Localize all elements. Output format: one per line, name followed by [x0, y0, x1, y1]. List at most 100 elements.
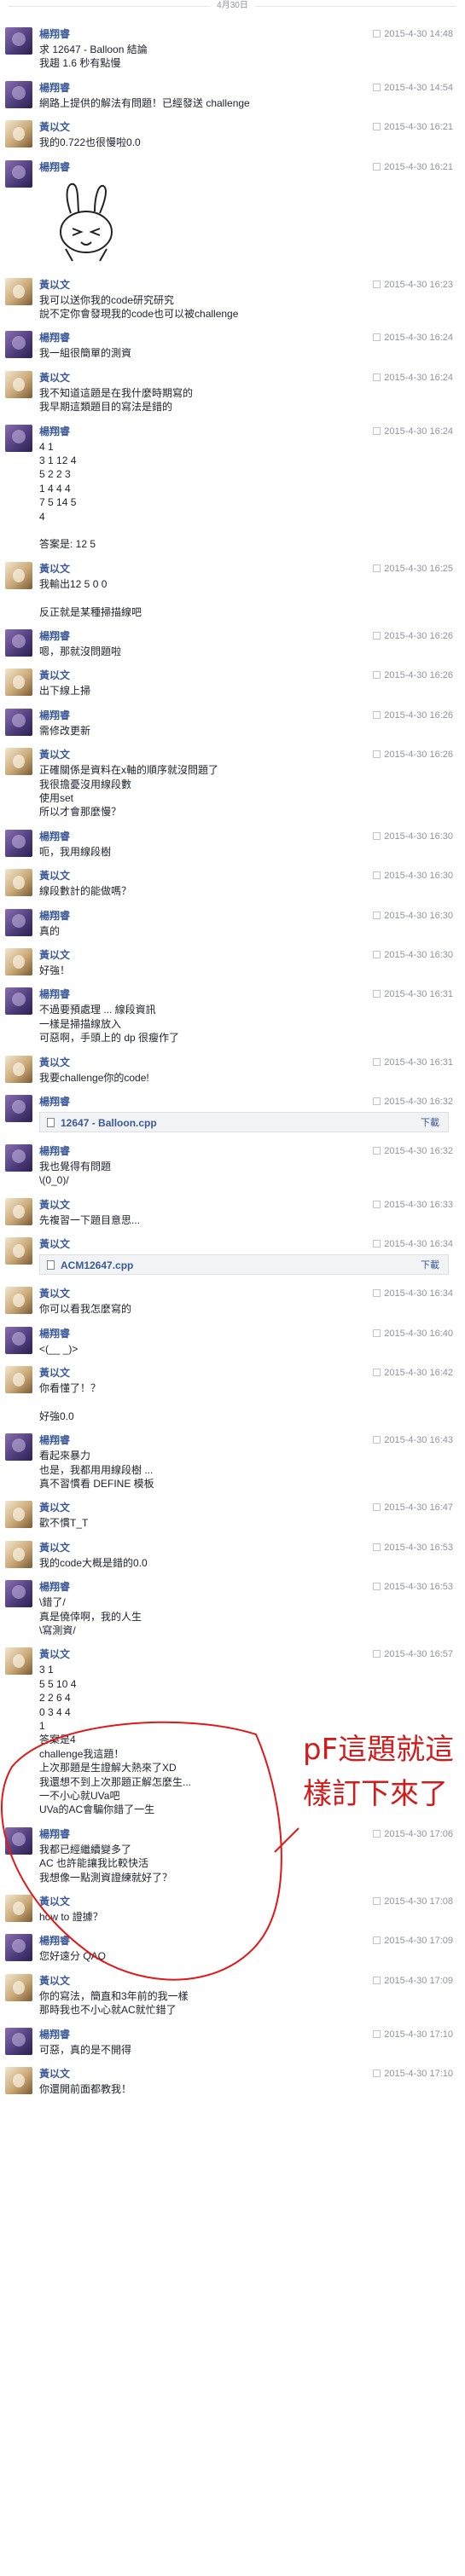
- message-text: 2 2 6 4: [39, 1692, 71, 1705]
- avatar[interactable]: [5, 424, 32, 452]
- read-check-icon: [373, 951, 381, 958]
- avatar[interactable]: [5, 1197, 32, 1225]
- message-row: 楊翔睿 2015-4-30 16:40 <(__ _)>: [0, 1326, 465, 1356]
- download-link[interactable]: 下載: [421, 1259, 439, 1272]
- timestamp-text: 2015-4-30 16:24: [384, 372, 453, 383]
- sender-name[interactable]: 黃以文: [39, 1647, 70, 1661]
- sender-name[interactable]: 楊翔睿: [39, 425, 70, 438]
- avatar[interactable]: [5, 1237, 32, 1265]
- sender-name[interactable]: 黃以文: [39, 1287, 70, 1300]
- avatar[interactable]: [5, 1647, 32, 1676]
- avatar[interactable]: [5, 908, 32, 936]
- sender-name[interactable]: 黃以文: [39, 869, 70, 883]
- avatar[interactable]: [5, 1934, 32, 1962]
- file-icon: [47, 1260, 55, 1271]
- file-name-link[interactable]: ACM12647.cpp: [61, 1259, 133, 1272]
- sender-name[interactable]: 楊翔睿: [39, 709, 70, 722]
- avatar[interactable]: [5, 2067, 32, 2094]
- avatar[interactable]: [5, 1095, 32, 1122]
- timestamp-text: 2015-4-30 16:57: [384, 1649, 453, 1660]
- sender-name[interactable]: 楊翔睿: [39, 909, 70, 923]
- avatar[interactable]: [5, 1973, 32, 2001]
- sender-name[interactable]: 黃以文: [39, 948, 70, 962]
- sender-name[interactable]: 黃以文: [39, 1056, 70, 1069]
- avatar[interactable]: [5, 987, 32, 1016]
- sender-name[interactable]: 黃以文: [39, 1895, 70, 1908]
- avatar[interactable]: [5, 669, 32, 697]
- avatar[interactable]: [5, 1144, 32, 1172]
- sender-name[interactable]: 黃以文: [39, 1541, 70, 1554]
- message-timestamp: 2015-4-30 16:42: [373, 1366, 453, 1380]
- sender-name[interactable]: 黃以文: [39, 120, 70, 134]
- sender-name[interactable]: 楊翔睿: [39, 160, 70, 174]
- read-check-icon: [373, 1057, 381, 1066]
- sender-name[interactable]: 黃以文: [39, 1974, 70, 1988]
- avatar[interactable]: [5, 2027, 32, 2055]
- avatar[interactable]: [5, 1287, 32, 1315]
- sender-name[interactable]: 楊翔睿: [39, 27, 70, 41]
- sender-name[interactable]: 黃以文: [39, 1237, 70, 1251]
- message-text: 上次那題是生證解大熱來了XD: [39, 1762, 177, 1774]
- sender-name[interactable]: 楊翔睿: [39, 81, 70, 95]
- timestamp-text: 2015-4-30 16:40: [384, 1328, 453, 1339]
- file-attachment[interactable]: 12647 - Balloon.cpp 下載: [39, 1112, 449, 1132]
- avatar[interactable]: [5, 1501, 32, 1529]
- sender-name[interactable]: 楊翔睿: [39, 629, 70, 643]
- avatar[interactable]: [5, 748, 32, 776]
- file-name-link[interactable]: 12647 - Balloon.cpp: [61, 1116, 157, 1130]
- avatar[interactable]: [5, 561, 32, 589]
- avatar[interactable]: [5, 1895, 32, 1922]
- avatar[interactable]: [5, 869, 32, 897]
- sender-name[interactable]: 楊翔睿: [39, 1144, 70, 1158]
- avatar[interactable]: [5, 277, 32, 305]
- avatar[interactable]: [5, 1540, 32, 1568]
- timestamp-text: 2015-4-30 16:31: [384, 989, 453, 1000]
- message-text: 一樣是掃描線放入: [39, 1017, 122, 1030]
- sender-name[interactable]: 楊翔睿: [39, 1827, 70, 1841]
- sender-name[interactable]: 楊翔睿: [39, 1095, 70, 1109]
- avatar[interactable]: [5, 370, 32, 398]
- sender-name[interactable]: 楊翔睿: [39, 830, 70, 843]
- sender-name[interactable]: 楊翔睿: [39, 1433, 70, 1447]
- avatar[interactable]: [5, 708, 32, 736]
- sender-name[interactable]: 楊翔睿: [39, 1580, 70, 1594]
- download-link[interactable]: 下載: [421, 1116, 439, 1130]
- avatar[interactable]: [5, 159, 32, 188]
- avatar[interactable]: [5, 629, 32, 657]
- message-text: 我的code大概是錯的0.0: [39, 1556, 148, 1569]
- sender-name[interactable]: 黃以文: [39, 562, 70, 576]
- message-timestamp: 2015-4-30 16:53: [373, 1580, 453, 1594]
- sender-name[interactable]: 黃以文: [39, 669, 70, 682]
- avatar[interactable]: [5, 1055, 32, 1083]
- sender-name[interactable]: 楊翔睿: [39, 331, 70, 344]
- sender-name[interactable]: 楊翔睿: [39, 987, 70, 1001]
- sender-name[interactable]: 黃以文: [39, 748, 70, 761]
- sender-name[interactable]: 黃以文: [39, 2067, 70, 2081]
- avatar[interactable]: [5, 1580, 32, 1608]
- avatar[interactable]: [5, 27, 32, 55]
- message-text: 答案是4: [39, 1734, 76, 1746]
- read-check-icon: [373, 426, 381, 435]
- sender-name[interactable]: 黃以文: [39, 1366, 70, 1380]
- sender-name[interactable]: 楊翔睿: [39, 1327, 70, 1340]
- sender-name[interactable]: 楊翔睿: [39, 1934, 70, 1948]
- avatar[interactable]: [5, 1826, 32, 1855]
- sender-name[interactable]: 黃以文: [39, 1501, 70, 1514]
- avatar[interactable]: [5, 1366, 32, 1393]
- message-timestamp: 2015-4-30 16:30: [373, 869, 453, 883]
- sender-name[interactable]: 黃以文: [39, 1198, 70, 1212]
- sender-name[interactable]: 黃以文: [39, 278, 70, 292]
- avatar[interactable]: [5, 948, 32, 975]
- message-text: 你可以看我怎麼寫的: [39, 1303, 132, 1316]
- file-attachment[interactable]: ACM12647.cpp 下載: [39, 1254, 449, 1276]
- avatar[interactable]: [5, 331, 32, 359]
- avatar[interactable]: [5, 120, 32, 148]
- sender-name[interactable]: 楊翔睿: [39, 2028, 70, 2041]
- message-text: 說不定你會發現我的code也可以被challenge: [39, 307, 239, 320]
- sender-name[interactable]: 黃以文: [39, 371, 70, 385]
- avatar[interactable]: [5, 829, 32, 857]
- avatar[interactable]: [5, 1326, 32, 1354]
- message-timestamp: 2015-4-30 17:10: [373, 2067, 453, 2081]
- avatar[interactable]: [5, 1433, 32, 1462]
- avatar[interactable]: [5, 80, 32, 108]
